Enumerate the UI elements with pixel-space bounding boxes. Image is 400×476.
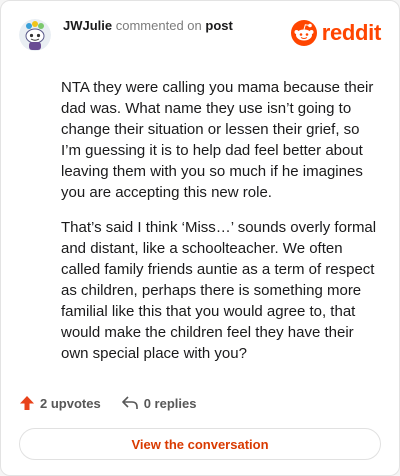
snoo-avatar-icon [19,19,51,51]
comment-actions: 2 upvotes 0 replies [19,395,196,411]
reply-count: 0 replies [143,395,197,411]
upvote-count: 2 upvotes [40,395,101,411]
comment-header: JWJulie commented on post reddit [19,18,382,51]
commented-on-text: commented on [115,18,202,33]
reddit-snoo-icon [290,20,317,46]
upvote-arrow-icon [20,396,34,410]
username-link[interactable]: JWJulie [63,18,112,33]
comment-paragraph: NTA they were calling you mama because t… [61,79,374,201]
comment-paragraph: That’s said I think ‘Miss…’ sounds overl… [61,219,377,362]
reply-arrow-icon [121,396,138,409]
upvote-button[interactable]: 2 upvotes [19,395,101,411]
view-conversation-button[interactable]: View the conversation [19,428,381,460]
avatar[interactable] [19,19,51,51]
reply-button[interactable]: 0 replies [121,395,197,411]
comment-meta: JWJulie commented on post [63,18,233,34]
post-link[interactable]: post [205,18,232,33]
comment-card: JWJulie commented on post reddit NTA the… [0,0,400,476]
reddit-logo[interactable]: reddit [290,19,382,47]
comment-body: NTA they were calling you mama because t… [61,77,377,378]
reddit-wordmark: reddit [321,20,382,45]
